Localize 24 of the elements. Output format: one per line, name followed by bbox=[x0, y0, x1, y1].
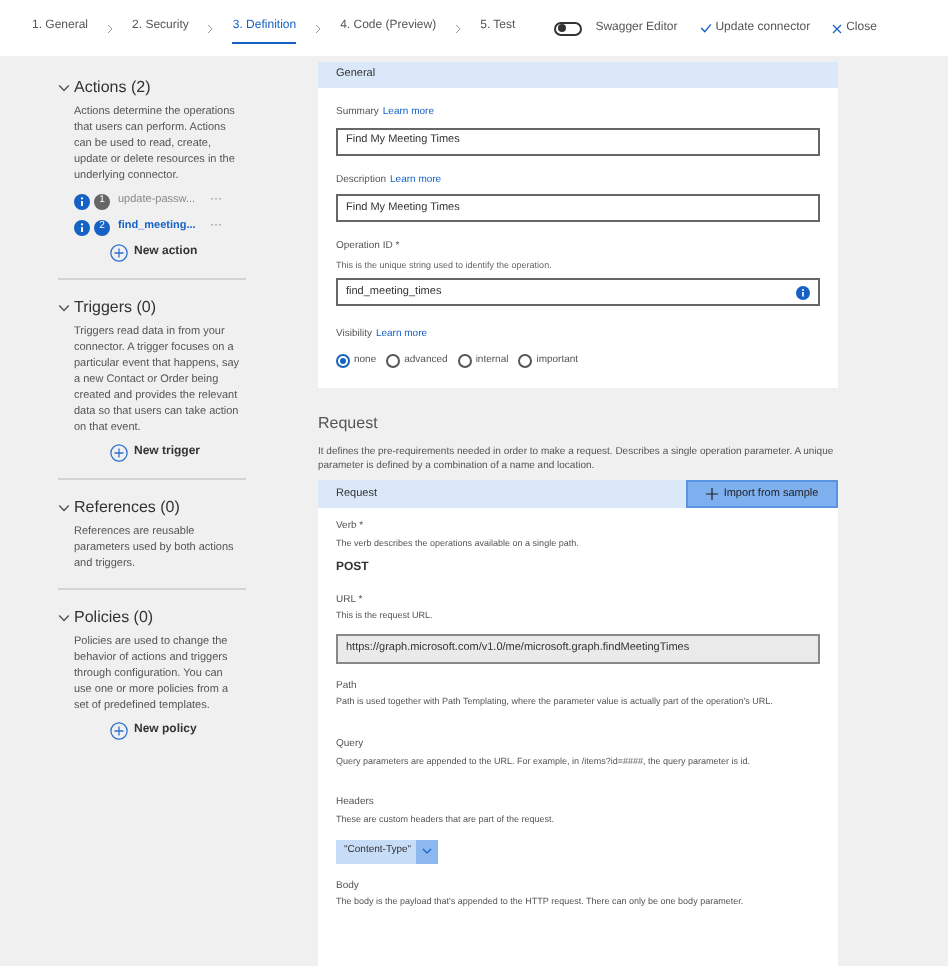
chevron-icon bbox=[314, 23, 323, 33]
swagger-toggle[interactable] bbox=[553, 21, 582, 35]
plus-icon bbox=[110, 722, 128, 740]
chevron-icon[interactable] bbox=[58, 302, 70, 314]
section-title: Actions (2) bbox=[74, 76, 151, 100]
dropdown-icon bbox=[422, 846, 432, 856]
chevron-icon bbox=[106, 23, 115, 33]
info-icon bbox=[796, 285, 810, 300]
section-title: Triggers (0) bbox=[74, 296, 157, 320]
section-title: Policies (0) bbox=[74, 606, 154, 630]
request-heading: Request bbox=[318, 412, 380, 437]
plus-icon bbox=[705, 488, 718, 501]
section-title: References (0) bbox=[74, 496, 180, 520]
chevron-icon bbox=[454, 23, 463, 33]
check-icon bbox=[699, 22, 712, 34]
close-icon bbox=[832, 23, 843, 33]
plus-icon bbox=[110, 444, 128, 462]
info-icon bbox=[74, 219, 90, 235]
plus-icon bbox=[110, 244, 128, 262]
chevron-icon[interactable] bbox=[58, 82, 70, 94]
chevron-icon[interactable] bbox=[58, 502, 70, 514]
chevron-icon bbox=[206, 23, 215, 33]
chevron-icon[interactable] bbox=[58, 612, 70, 624]
info-icon bbox=[74, 193, 90, 209]
